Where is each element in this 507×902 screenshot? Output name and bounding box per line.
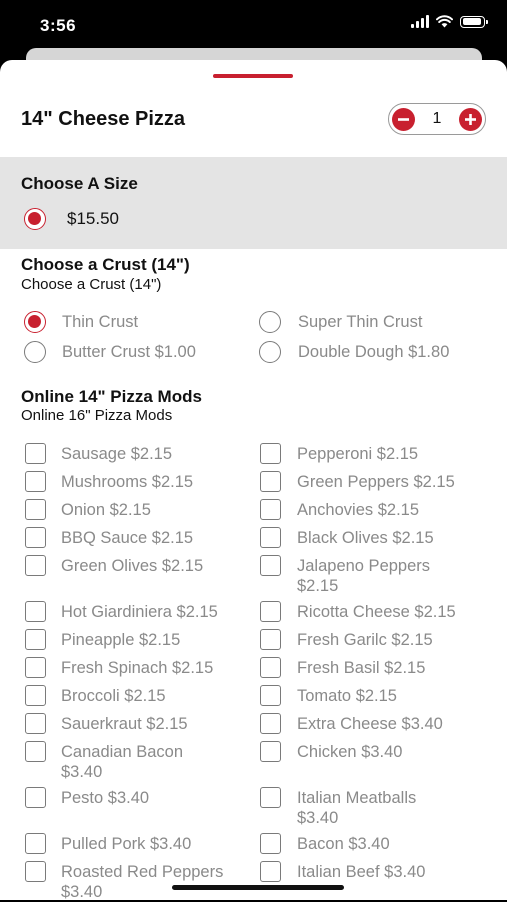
crust-section-title: Choose a Crust (14")	[21, 255, 190, 274]
mod-label-bacon: Bacon $3.40	[297, 835, 390, 853]
mod-checkbox-fresh-basil[interactable]	[260, 657, 281, 678]
mod-checkbox-green-peppers[interactable]	[260, 471, 281, 492]
quantity-stepper: 1	[388, 103, 486, 135]
size-radio-1[interactable]	[24, 208, 46, 230]
mod-label-extra-cheese: Extra Cheese $3.40	[297, 715, 443, 733]
mod-checkbox-black-olives[interactable]	[260, 527, 281, 548]
cellular-signal-icon	[411, 15, 429, 28]
mod-label-ricotta-cheese: Ricotta Cheese $2.15	[297, 603, 456, 621]
mod-checkbox-sausage[interactable]	[25, 443, 46, 464]
item-title: 14" Cheese Pizza	[21, 108, 186, 130]
mod-label-canadian-bacon: Canadian Bacon $3.40	[61, 743, 184, 781]
mod-label-tomato: Tomato $2.15	[297, 687, 397, 705]
mod-checkbox-bbq-sauce[interactable]	[25, 527, 46, 548]
crust-radio-super-thin[interactable]	[259, 311, 281, 333]
mod-checkbox-italian-beef[interactable]	[260, 861, 281, 882]
mod-checkbox-italian-meatballs[interactable]	[260, 787, 281, 808]
mod-label-pulled-pork: Pulled Pork $3.40	[61, 835, 192, 853]
crust-radio-double-dough[interactable]	[259, 341, 281, 363]
status-time: 3:56	[40, 16, 77, 35]
mod-label-pesto: Pesto $3.40	[61, 789, 150, 807]
mod-checkbox-bacon[interactable]	[260, 833, 281, 854]
mod-label-chicken: Chicken $3.40	[297, 743, 403, 761]
plus-icon	[465, 113, 476, 125]
mod-checkbox-pineapple[interactable]	[25, 629, 46, 650]
mod-label-sausage: Sausage $2.15	[61, 445, 173, 463]
mod-label-bbq-sauce: BBQ Sauce $2.15	[61, 529, 194, 547]
mod-checkbox-chicken[interactable]	[260, 741, 281, 762]
mod-label-jalapeno-peppers: Jalapeno Peppers $2.15	[297, 557, 431, 595]
home-indicator[interactable]	[172, 885, 344, 890]
mod-label-pineapple: Pineapple $2.15	[61, 631, 181, 649]
quantity-value: 1	[432, 110, 442, 127]
mod-checkbox-broccoli[interactable]	[25, 685, 46, 706]
mod-checkbox-green-olives[interactable]	[25, 555, 46, 576]
mod-label-fresh-spinach: Fresh Spinach $2.15	[61, 659, 214, 677]
mod-checkbox-jalapeno-peppers[interactable]	[260, 555, 281, 576]
mod-checkbox-pesto[interactable]	[25, 787, 46, 808]
mod-label-hot-giardiniera: Hot Giardiniera $2.15	[61, 603, 218, 621]
size-section	[0, 157, 507, 249]
mods-section-title: Online 14" Pizza Mods	[21, 387, 202, 406]
mod-label-roasted-red-peppers: Roasted Red Peppers $3.40	[61, 863, 224, 901]
mod-checkbox-mushrooms[interactable]	[25, 471, 46, 492]
crust-label-double-dough: Double Dough $1.80	[298, 343, 450, 361]
mod-checkbox-tomato[interactable]	[260, 685, 281, 706]
mod-checkbox-hot-giardiniera[interactable]	[25, 601, 46, 622]
minus-icon	[398, 117, 409, 121]
mod-checkbox-onion[interactable]	[25, 499, 46, 520]
mod-label-italian-meatballs: Italian Meatballs $3.40	[297, 789, 417, 827]
status-bar: 3:56	[0, 0, 507, 50]
mod-checkbox-anchovies[interactable]	[260, 499, 281, 520]
size-section-title: Choose A Size	[21, 174, 138, 193]
mod-checkbox-canadian-bacon[interactable]	[25, 741, 46, 762]
mod-checkbox-extra-cheese[interactable]	[260, 713, 281, 734]
mod-label-fresh-basil: Fresh Basil $2.15	[297, 659, 426, 677]
sheet-grabber[interactable]	[213, 74, 293, 78]
mod-label-onion: Onion $2.15	[61, 501, 151, 519]
mod-checkbox-roasted-red-peppers[interactable]	[25, 861, 46, 882]
decrease-quantity-button[interactable]	[392, 107, 415, 131]
mod-label-green-peppers: Green Peppers $2.15	[297, 473, 455, 491]
mod-checkbox-pepperoni[interactable]	[260, 443, 281, 464]
mod-checkbox-ricotta-cheese[interactable]	[260, 601, 281, 622]
mod-label-sauerkraut: Sauerkraut $2.15	[61, 715, 188, 733]
mod-label-black-olives: Black Olives $2.15	[297, 529, 434, 547]
mod-checkbox-fresh-garlic[interactable]	[260, 629, 281, 650]
mod-label-mushrooms: Mushrooms $2.15	[61, 473, 194, 491]
crust-radio-butter[interactable]	[24, 341, 46, 363]
mods-section-subtitle: Online 16" Pizza Mods	[21, 407, 173, 424]
mod-checkbox-fresh-spinach[interactable]	[25, 657, 46, 678]
crust-label-butter: Butter Crust $1.00	[62, 343, 196, 361]
crust-radio-thin[interactable]	[24, 311, 46, 333]
mod-label-anchovies: Anchovies $2.15	[297, 501, 420, 519]
increase-quantity-button[interactable]	[459, 107, 482, 131]
battery-icon	[460, 15, 488, 28]
mod-label-green-olives: Green Olives $2.15	[61, 557, 204, 575]
wifi-icon	[436, 15, 453, 28]
mod-label-pepperoni: Pepperoni $2.15	[297, 445, 419, 463]
crust-section-subtitle: Choose a Crust (14")	[21, 276, 162, 293]
mod-checkbox-sauerkraut[interactable]	[25, 713, 46, 734]
mod-checkbox-pulled-pork[interactable]	[25, 833, 46, 854]
size-option-label: $15.50	[67, 209, 119, 228]
mod-label-broccoli: Broccoli $2.15	[61, 687, 166, 705]
crust-label-super-thin: Super Thin Crust	[298, 313, 423, 331]
mod-label-italian-beef: Italian Beef $3.40	[297, 863, 426, 881]
mod-label-fresh-garlic: Fresh Garilc $2.15	[297, 631, 433, 649]
crust-label-thin: Thin Crust	[62, 313, 139, 331]
status-icons	[411, 15, 488, 28]
